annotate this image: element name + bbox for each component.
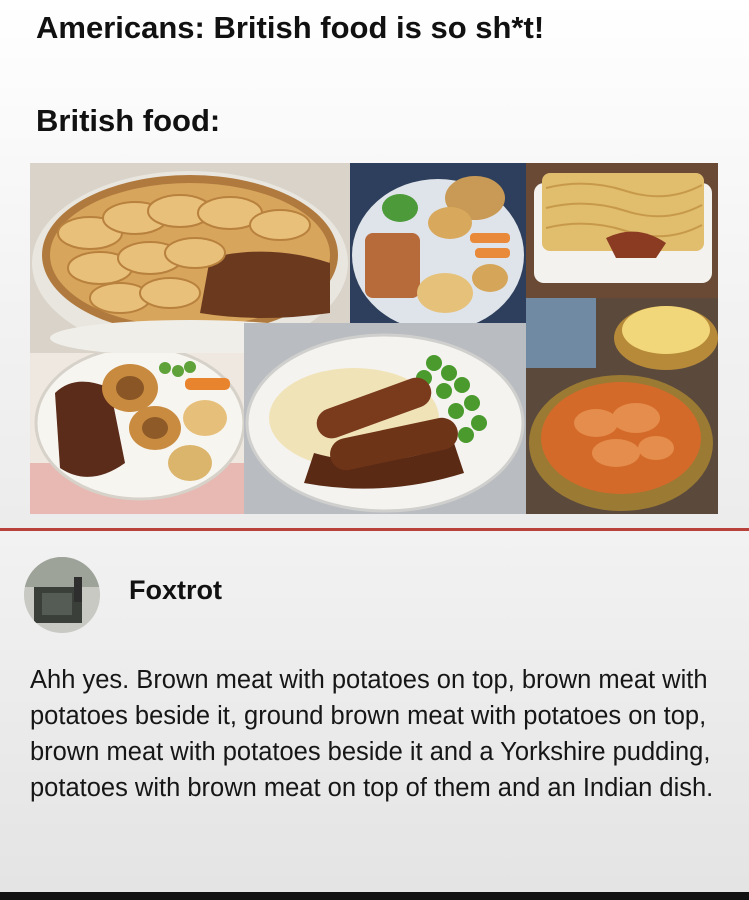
roast-beef-yorkshire-pudding-icon (30, 353, 244, 514)
user-avatar-icon (24, 557, 100, 633)
meme-image: Americans: British food is so sh*t! Brit… (0, 0, 749, 528)
meme-caption-line-1: Americans: British food is so sh*t! (36, 10, 545, 45)
bottom-bar (0, 892, 749, 900)
shepherds-pie-icon (526, 163, 718, 298)
comment-text: Ahh yes. Brown meat with potatoes on top… (30, 666, 714, 802)
meme-caption-line-2: British food: (36, 103, 221, 138)
food-collage (30, 163, 718, 514)
bangers-and-mash-icon (244, 323, 526, 514)
roast-dinner-icon (350, 163, 526, 333)
avatar[interactable] (24, 557, 100, 633)
comment-username[interactable]: Foxtrot (129, 575, 222, 606)
indian-curry-icon (526, 298, 718, 514)
